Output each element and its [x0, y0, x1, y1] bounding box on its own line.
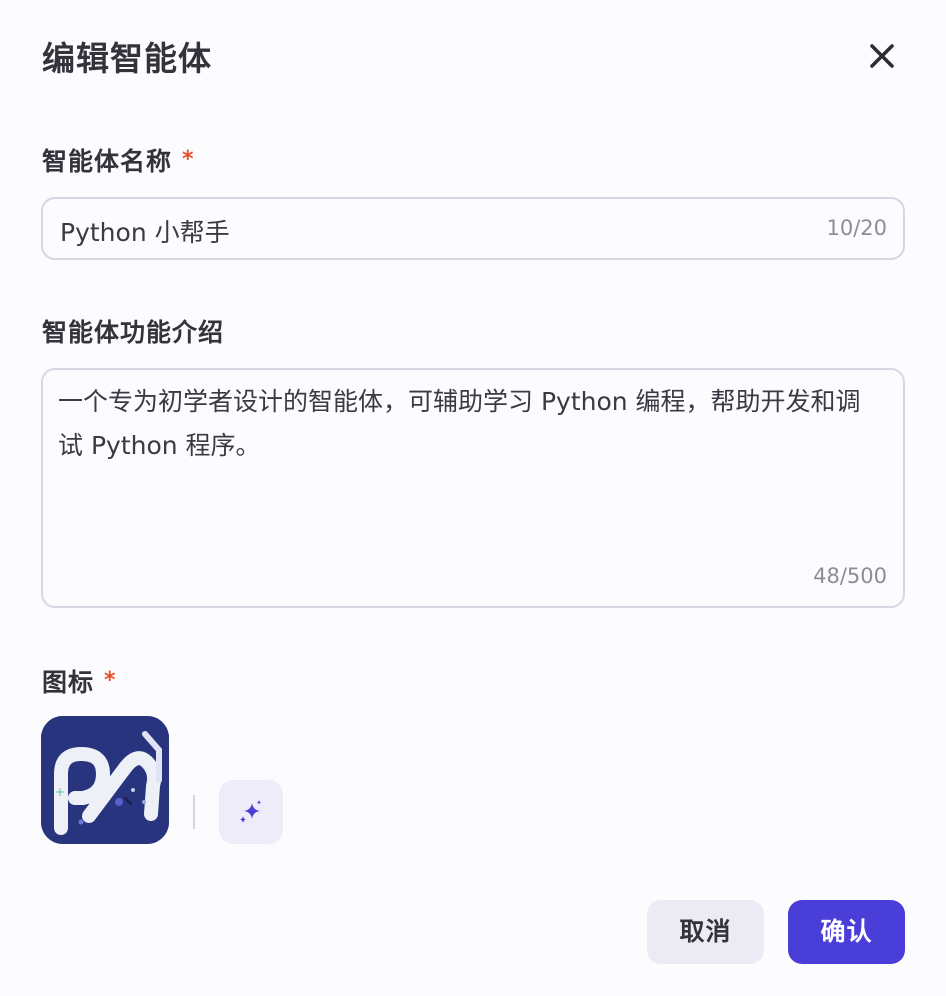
- close-button[interactable]: [862, 36, 902, 76]
- icon-divider: [193, 795, 195, 829]
- agent-name-char-count: 10/20: [826, 216, 887, 240]
- agent-name-value[interactable]: Python 小帮手: [60, 213, 230, 249]
- svg-text:+: +: [55, 785, 65, 799]
- sparkle-icon: [240, 800, 261, 823]
- close-icon: [870, 44, 894, 68]
- name-field-label: 智能体名称 *: [42, 142, 195, 178]
- name-label-text: 智能体名称: [42, 147, 173, 176]
- generate-icon-button[interactable]: [219, 780, 283, 844]
- edit-agent-dialog: 编辑智能体 智能体名称 * Python 小帮手 10/20 智能体功能介绍 一个…: [0, 0, 946, 996]
- agent-description-value[interactable]: 一个专为初学者设计的智能体，可辅助学习 Python 编程，帮助开发和调试 Py…: [58, 380, 878, 468]
- required-mark: *: [182, 147, 195, 172]
- agent-name-input[interactable]: Python 小帮手 10/20: [41, 197, 905, 260]
- agent-avatar[interactable]: +: [41, 716, 169, 844]
- description-field-label: 智能体功能介绍: [42, 318, 225, 347]
- required-mark: *: [104, 668, 117, 693]
- dialog-title: 编辑智能体: [42, 39, 212, 78]
- icon-field-label: 图标 *: [42, 663, 117, 699]
- confirm-button[interactable]: 确认: [788, 900, 905, 964]
- agent-avatar-icon: +: [41, 716, 169, 844]
- agent-description-textarea[interactable]: 一个专为初学者设计的智能体，可辅助学习 Python 编程，帮助开发和调试 Py…: [41, 368, 905, 608]
- agent-description-char-count: 48/500: [813, 564, 887, 588]
- cancel-button[interactable]: 取消: [647, 900, 764, 964]
- icon-label-text: 图标: [42, 668, 95, 697]
